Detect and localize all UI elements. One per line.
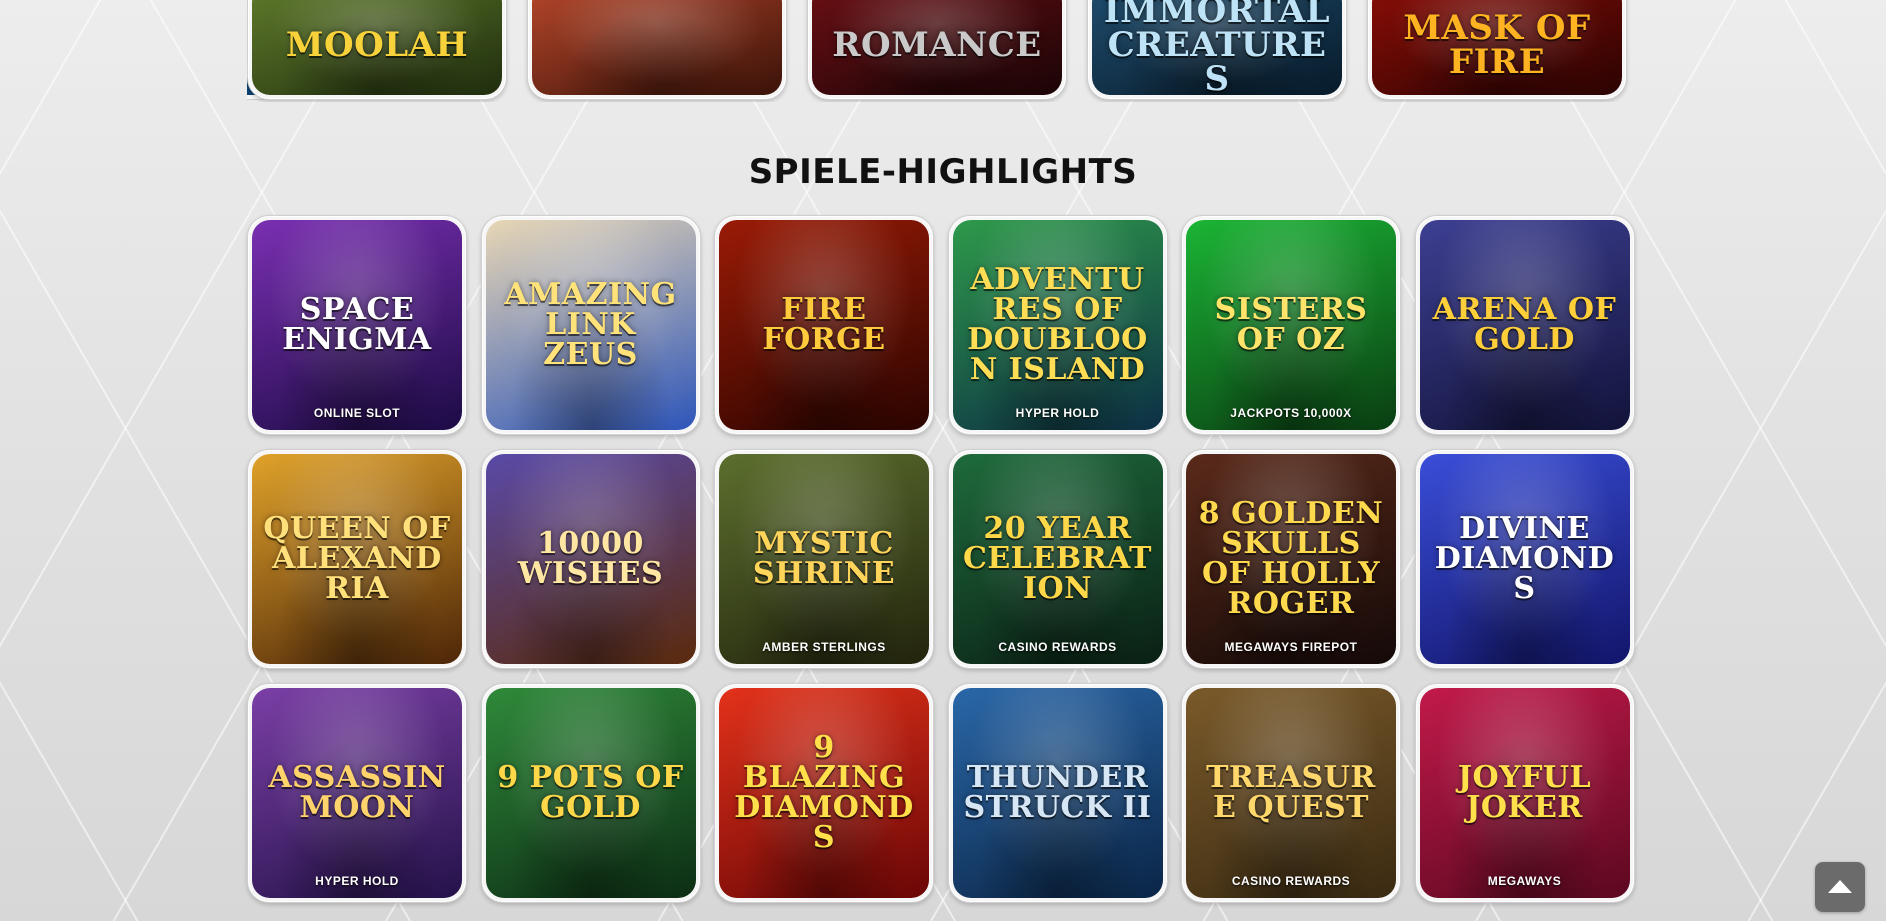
game-carousel: MOOLAH ROMANCE IMMORTAL CREATURES MASK OF F… xyxy=(247,0,1634,102)
game-tile[interactable]: QUEEN OF ALEXANDRIA xyxy=(247,449,467,669)
game-tile[interactable]: MOOLAH xyxy=(247,0,507,100)
game-tile[interactable]: 8 GOLDEN SKULLS OF HOLLY ROGER MEGAWAYS F… xyxy=(1181,449,1401,669)
game-title: AMAZING LINK ZEUS xyxy=(504,277,677,372)
game-subtitle: HYPER HOLD xyxy=(1015,406,1100,420)
game-tile[interactable]: SISTERS OF OZ JACKPOTS 10,000X xyxy=(1181,215,1401,435)
chevron-up-icon xyxy=(1828,879,1852,893)
game-tile[interactable] xyxy=(527,0,787,100)
game-title: TREASURE QUEST xyxy=(1206,760,1376,825)
game-subtitle: MEGAWAYS FIREPOT xyxy=(1224,640,1358,654)
game-title: MYSTIC SHRINE xyxy=(752,526,896,591)
game-tile[interactable]: FIRE FORGE xyxy=(714,215,934,435)
game-title: FIRE FORGE xyxy=(762,292,886,357)
game-thumbnail xyxy=(532,0,782,95)
game-tile[interactable]: MYSTIC SHRINE AMBER STERLINGS xyxy=(714,449,934,669)
game-title: SPACE ENIGMA xyxy=(282,292,432,357)
game-thumbnail: MASK OF FIRE xyxy=(1372,0,1622,95)
game-thumbnail: FIRE FORGE xyxy=(719,220,929,430)
game-subtitle: HYPER HOLD xyxy=(315,874,399,888)
game-thumbnail: JOYFUL JOKER MEGAWAYS xyxy=(1419,688,1630,898)
game-subtitle: AMBER STERLINGS xyxy=(762,640,886,654)
game-tile[interactable]: JOYFUL JOKER MEGAWAYS xyxy=(1414,683,1635,903)
game-thumbnail: AMAZING LINK ZEUS xyxy=(485,220,696,430)
game-tile[interactable]: DIVINE DIAMONDS xyxy=(1414,449,1635,669)
game-thumbnail: ADVENTURES OF DOUBLOON ISLAND HYPER HOLD xyxy=(952,220,1163,430)
game-tile[interactable]: 20 YEAR CELEBRATION CASINO REWARDS xyxy=(947,449,1168,669)
game-title: ADVENTURES OF DOUBLOON ISLAND xyxy=(967,262,1148,387)
game-title: SISTERS OF OZ xyxy=(1214,292,1368,357)
game-title: JOYFUL JOKER xyxy=(1457,760,1592,825)
game-title: ROMANCE xyxy=(832,25,1042,65)
game-tile[interactable]: IMMORTAL CREATURES xyxy=(1087,0,1347,100)
game-title: 10000 WISHES xyxy=(517,526,664,591)
game-title: MASK OF FIRE xyxy=(1403,8,1591,82)
game-thumbnail: TREASURE QUEST CASINO REWARDS xyxy=(1186,688,1396,898)
game-tile[interactable]: ARENA OF GOLD xyxy=(1414,215,1635,435)
game-thumbnail: DIVINE DIAMONDS xyxy=(1419,454,1630,664)
game-thumbnail: 9 POTS OF GOLD xyxy=(485,688,696,898)
game-title: ASSASSIN MOON xyxy=(268,760,446,825)
game-title: DIVINE DIAMONDS xyxy=(1434,511,1615,606)
game-subtitle: MEGAWAYS xyxy=(1487,874,1562,888)
game-tile[interactable]: SPACE ENIGMA ONLINE SLOT xyxy=(247,215,467,435)
game-title: MOOLAH xyxy=(285,25,469,65)
scroll-to-top-button[interactable] xyxy=(1815,862,1865,912)
game-title: IMMORTAL CREATURES xyxy=(1103,0,1331,95)
game-tile[interactable]: MASK OF FIRE xyxy=(1367,0,1627,100)
section-title: SPIELE-HIGHLIGHTS xyxy=(748,152,1138,192)
game-thumbnail: THUNDER STRUCK II xyxy=(952,688,1163,898)
game-tile[interactable]: ADVENTURES OF DOUBLOON ISLAND HYPER HOLD xyxy=(947,215,1168,435)
game-title: 20 YEAR CELEBRATION xyxy=(963,511,1152,606)
game-tile[interactable]: 9 BLAZING DIAMONDS xyxy=(714,683,934,903)
game-subtitle: CASINO REWARDS xyxy=(1231,874,1351,888)
game-thumbnail: QUEEN OF ALEXANDRIA xyxy=(252,454,462,664)
game-thumbnail: ROMANCE xyxy=(812,0,1062,95)
game-thumbnail: 9 BLAZING DIAMONDS xyxy=(719,688,929,898)
game-tile[interactable]: ROMANCE xyxy=(807,0,1067,100)
game-thumbnail: MYSTIC SHRINE AMBER STERLINGS xyxy=(719,454,929,664)
game-title: ARENA OF GOLD xyxy=(1432,292,1617,357)
game-subtitle: JACKPOTS 10,000X xyxy=(1230,406,1352,420)
game-thumbnail: IMMORTAL CREATURES xyxy=(1092,0,1342,95)
game-title: 9 POTS OF GOLD xyxy=(497,760,684,825)
game-title: 9 BLAZING DIAMONDS xyxy=(734,730,914,855)
game-tile[interactable]: AMAZING LINK ZEUS xyxy=(480,215,701,435)
game-thumbnail: MOOLAH xyxy=(252,0,502,95)
game-subtitle: CASINO REWARDS xyxy=(998,640,1117,654)
game-title: QUEEN OF ALEXANDRIA xyxy=(263,511,451,606)
game-tile[interactable]: TREASURE QUEST CASINO REWARDS xyxy=(1181,683,1401,903)
game-thumbnail: 8 GOLDEN SKULLS OF HOLLY ROGER MEGAWAYS F… xyxy=(1186,454,1396,664)
game-tile[interactable]: 10000 WISHES xyxy=(480,449,701,669)
game-title: THUNDER STRUCK II xyxy=(963,760,1152,825)
game-thumbnail: ASSASSIN MOON HYPER HOLD xyxy=(252,688,462,898)
game-tile[interactable]: THUNDER STRUCK II xyxy=(947,683,1168,903)
game-tile[interactable]: ASSASSIN MOON HYPER HOLD xyxy=(247,683,467,903)
game-tile[interactable]: 9 POTS OF GOLD xyxy=(480,683,701,903)
game-title: 8 GOLDEN SKULLS OF HOLLY ROGER xyxy=(1198,496,1384,621)
game-subtitle: ONLINE SLOT xyxy=(313,406,401,420)
game-thumbnail: SPACE ENIGMA ONLINE SLOT xyxy=(252,220,462,430)
game-thumbnail: SISTERS OF OZ JACKPOTS 10,000X xyxy=(1186,220,1396,430)
game-thumbnail: ARENA OF GOLD xyxy=(1419,220,1630,430)
game-thumbnail: 20 YEAR CELEBRATION CASINO REWARDS xyxy=(952,454,1163,664)
game-thumbnail: 10000 WISHES xyxy=(485,454,696,664)
